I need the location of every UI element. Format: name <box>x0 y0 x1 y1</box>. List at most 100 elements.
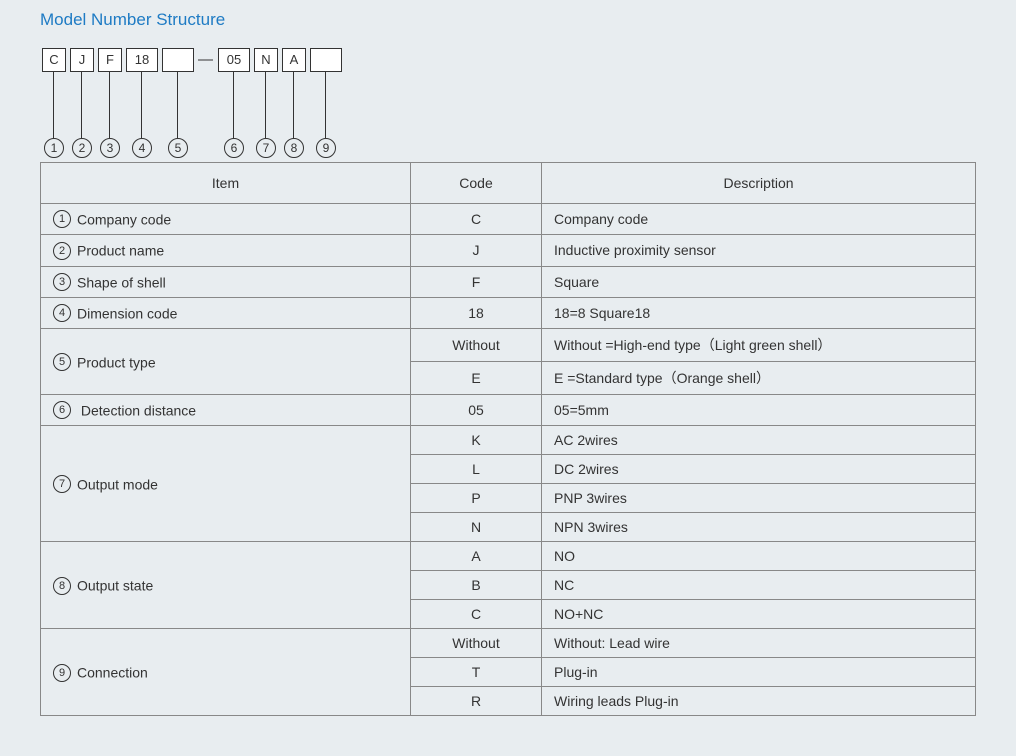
item-index-circle: 5 <box>53 353 71 371</box>
item-cell-1: 1 Company code <box>41 204 411 235</box>
index-circle-3: 3 <box>100 138 120 158</box>
connector-line-9 <box>325 72 326 138</box>
model-dash: — <box>198 48 212 72</box>
item-index-circle: 4 <box>53 304 71 322</box>
code-cell: Without <box>411 329 542 362</box>
table-body: 1Company codeCCompany code2Product nameJ… <box>41 204 976 716</box>
item-label: Dimension code <box>77 305 177 321</box>
code-cell: J <box>411 235 542 266</box>
item-cell-2: 2Product name <box>41 235 411 266</box>
model-box-4: 18 <box>126 48 158 72</box>
connector-line-8 <box>293 72 294 138</box>
index-circle-9: 9 <box>316 138 336 158</box>
desc-cell: Company code <box>542 204 976 235</box>
header-item: Item <box>41 163 411 204</box>
desc-cell: NC <box>542 571 976 600</box>
table-row: 1Company codeCCompany code <box>41 204 976 235</box>
item-index-circle: 8 <box>53 577 71 595</box>
item-label: Detection distance <box>77 402 196 418</box>
model-box-3: F <box>98 48 122 72</box>
desc-cell: Plug-in <box>542 658 976 687</box>
item-label: Output state <box>77 578 153 594</box>
item-cell-9: 9 Connection <box>41 629 411 716</box>
item-index-circle: 6 <box>53 401 71 419</box>
table-row: 3 Shape of shell FSquare <box>41 266 976 297</box>
code-cell: L <box>411 455 542 484</box>
connector-line-1 <box>53 72 54 138</box>
code-cell: A <box>411 542 542 571</box>
item-cell-8: 8 Output state <box>41 542 411 629</box>
connector-line-4 <box>141 72 142 138</box>
item-label: Shape of shell <box>77 274 166 290</box>
index-circle-4: 4 <box>132 138 152 158</box>
code-cell: B <box>411 571 542 600</box>
model-box-6: 05 <box>218 48 250 72</box>
desc-cell: Without: Lead wire <box>542 629 976 658</box>
code-cell: C <box>411 204 542 235</box>
model-number-diagram: CJF1805NA—123456789 <box>40 48 976 158</box>
item-label: Company code <box>77 211 171 227</box>
table-row: 9ConnectionWithoutWithout: Lead wire <box>41 629 976 658</box>
item-cell-3: 3 Shape of shell <box>41 266 411 297</box>
header-desc: Description <box>542 163 976 204</box>
desc-cell: Square <box>542 266 976 297</box>
table-row: 7Output modeKAC 2wires <box>41 426 976 455</box>
model-box-1: C <box>42 48 66 72</box>
connector-line-2 <box>81 72 82 138</box>
index-circle-8: 8 <box>284 138 304 158</box>
desc-cell: PNP 3wires <box>542 484 976 513</box>
desc-cell: 18=8 Square18 <box>542 297 976 328</box>
desc-cell: 05=5mm <box>542 395 976 426</box>
table-row: 5Product typeWithoutWithout =High-end ty… <box>41 329 976 362</box>
code-cell: E <box>411 362 542 395</box>
desc-cell: NPN 3wires <box>542 513 976 542</box>
code-cell: N <box>411 513 542 542</box>
index-circle-7: 7 <box>256 138 276 158</box>
code-cell: 18 <box>411 297 542 328</box>
model-box-7: N <box>254 48 278 72</box>
model-box-2: J <box>70 48 94 72</box>
item-index-circle: 2 <box>53 242 71 260</box>
desc-cell: Without =High-end type（Light green shell… <box>542 329 976 362</box>
index-circle-6: 6 <box>224 138 244 158</box>
index-circle-1: 1 <box>44 138 64 158</box>
model-box-5 <box>162 48 194 72</box>
desc-cell: Inductive proximity sensor <box>542 235 976 266</box>
table-row: 4 Dimension code 1818=8 Square18 <box>41 297 976 328</box>
item-index-circle: 3 <box>53 273 71 291</box>
desc-cell: DC 2wires <box>542 455 976 484</box>
item-cell-5: 5 Product type <box>41 329 411 395</box>
item-label: Product type <box>77 354 156 370</box>
table-row: 8Output stateANO <box>41 542 976 571</box>
item-cell-4: 4 Dimension code <box>41 297 411 328</box>
code-cell: 05 <box>411 395 542 426</box>
page-title: Model Number Structure <box>40 10 976 30</box>
table-row: 2Product nameJInductive proximity sensor <box>41 235 976 266</box>
item-cell-7: 7 Output mode <box>41 426 411 542</box>
desc-cell: Wiring leads Plug-in <box>542 687 976 716</box>
desc-cell: NO <box>542 542 976 571</box>
code-cell: T <box>411 658 542 687</box>
table-header-row: Item Code Description <box>41 163 976 204</box>
code-cell: K <box>411 426 542 455</box>
index-circle-2: 2 <box>72 138 92 158</box>
index-circle-5: 5 <box>168 138 188 158</box>
connector-line-3 <box>109 72 110 138</box>
structure-table: Item Code Description 1Company codeCComp… <box>40 162 976 716</box>
item-label: Connection <box>77 665 148 681</box>
item-index-circle: 9 <box>53 664 71 682</box>
code-cell: P <box>411 484 542 513</box>
desc-cell: E =Standard type（Orange shell） <box>542 362 976 395</box>
item-label: Output mode <box>77 476 158 492</box>
code-cell: R <box>411 687 542 716</box>
item-cell-6: 6 Detection distance <box>41 395 411 426</box>
page-container: Model Number Structure CJF1805NA—1234567… <box>0 0 1016 756</box>
table-row: 6 Detection distance0505=5mm <box>41 395 976 426</box>
code-cell: C <box>411 600 542 629</box>
header-code: Code <box>411 163 542 204</box>
code-cell: F <box>411 266 542 297</box>
item-index-circle: 7 <box>53 475 71 493</box>
item-index-circle: 1 <box>53 210 71 228</box>
connector-line-7 <box>265 72 266 138</box>
code-cell: Without <box>411 629 542 658</box>
